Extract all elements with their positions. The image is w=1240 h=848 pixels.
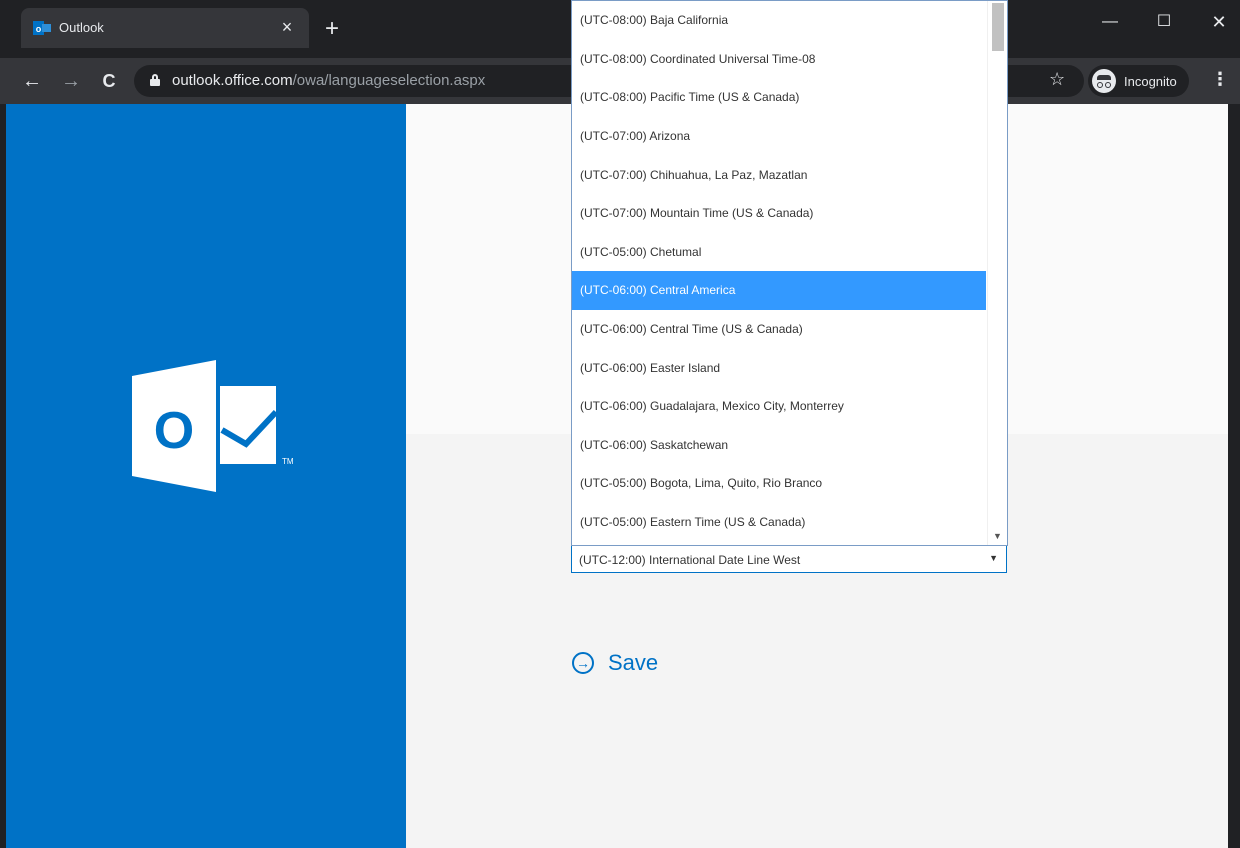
url-host: outlook.office.com [172, 72, 293, 89]
save-label: Save [608, 650, 659, 675]
svg-text:o: o [36, 24, 42, 34]
back-arrow-icon[interactable]: ← [20, 69, 44, 93]
save-button[interactable]: → Save [572, 650, 658, 676]
outlook-logo-icon: O TM [132, 360, 294, 492]
tab-close-icon[interactable]: × [275, 15, 299, 39]
incognito-label: Incognito [1124, 73, 1177, 89]
reload-icon[interactable]: C [97, 69, 121, 93]
dropdown-options: (UTC-08:00) Baja California (UTC-08:00) C… [572, 1, 1007, 541]
timezone-selected-value: (UTC-12:00) International Date Line West [579, 553, 801, 567]
tab-title: Outlook [59, 20, 104, 35]
svg-text:TM: TM [282, 457, 294, 466]
new-tab-button[interactable]: + [320, 17, 344, 41]
dropdown-option[interactable]: (UTC-06:00) Easter Island [572, 348, 986, 387]
forward-arrow-icon[interactable]: → [59, 69, 83, 93]
dropdown-option[interactable]: (UTC-08:00) Baja California [572, 1, 986, 40]
dropdown-option[interactable]: (UTC-05:00) Bogota, Lima, Quito, Rio Bra… [572, 464, 986, 503]
dropdown-scroll-down-icon[interactable]: ▼ [993, 531, 1002, 541]
dropdown-option[interactable]: (UTC-07:00) Arizona [572, 117, 986, 156]
lock-icon[interactable] [150, 74, 160, 86]
dropdown-option[interactable]: (UTC-08:00) Coordinated Universal Time-0… [572, 40, 986, 79]
arrow-circle-right-icon: → [572, 652, 594, 674]
dropdown-option[interactable]: (UTC-08:00) Pacific Time (US & Canada) [572, 78, 986, 117]
chevron-down-icon: ▼ [989, 553, 998, 563]
dropdown-option[interactable]: (UTC-06:00) Central Time (US & Canada) [572, 310, 986, 349]
dropdown-option[interactable]: (UTC-05:00) Eastern Time (US & Canada) [572, 503, 986, 542]
dropdown-option[interactable]: (UTC-06:00) Central America [572, 271, 986, 310]
incognito-badge[interactable]: Incognito [1088, 65, 1189, 97]
browser-menu-icon[interactable]: ⋮ [1210, 69, 1230, 90]
timezone-dropdown-list: (UTC-08:00) Baja California (UTC-08:00) C… [571, 0, 1008, 546]
window-maximize-button[interactable]: ☐ [1144, 8, 1184, 36]
incognito-icon [1092, 69, 1116, 93]
dropdown-option[interactable]: (UTC-06:00) Guadalajara, Mexico City, Mo… [572, 387, 986, 426]
brand-panel: O TM [6, 104, 406, 848]
dropdown-option[interactable]: (UTC-07:00) Chihuahua, La Paz, Mazatlan [572, 155, 986, 194]
dropdown-option[interactable]: (UTC-07:00) Mountain Time (US & Canada) [572, 194, 986, 233]
timezone-select[interactable]: (UTC-12:00) International Date Line West… [571, 545, 1007, 573]
dropdown-option[interactable]: (UTC-05:00) Chetumal [572, 233, 986, 272]
outlook-favicon-icon: o [33, 21, 51, 35]
bookmark-star-icon[interactable]: ☆ [1049, 69, 1065, 90]
browser-tab-outlook[interactable]: o Outlook × [21, 8, 309, 48]
dropdown-option[interactable]: (UTC-06:00) Saskatchewan [572, 426, 986, 465]
url-path: /owa/languageselection.aspx [292, 72, 486, 89]
dropdown-scroll-thumb[interactable] [992, 3, 1004, 51]
dropdown-scrollbar[interactable]: ▼ [987, 1, 1007, 545]
url-text: outlook.office.com/owa/languageselection… [172, 72, 485, 89]
window-minimize-button[interactable]: — [1090, 8, 1130, 36]
window-close-button[interactable]: ✕ [1199, 8, 1239, 36]
svg-text:O: O [154, 402, 194, 460]
